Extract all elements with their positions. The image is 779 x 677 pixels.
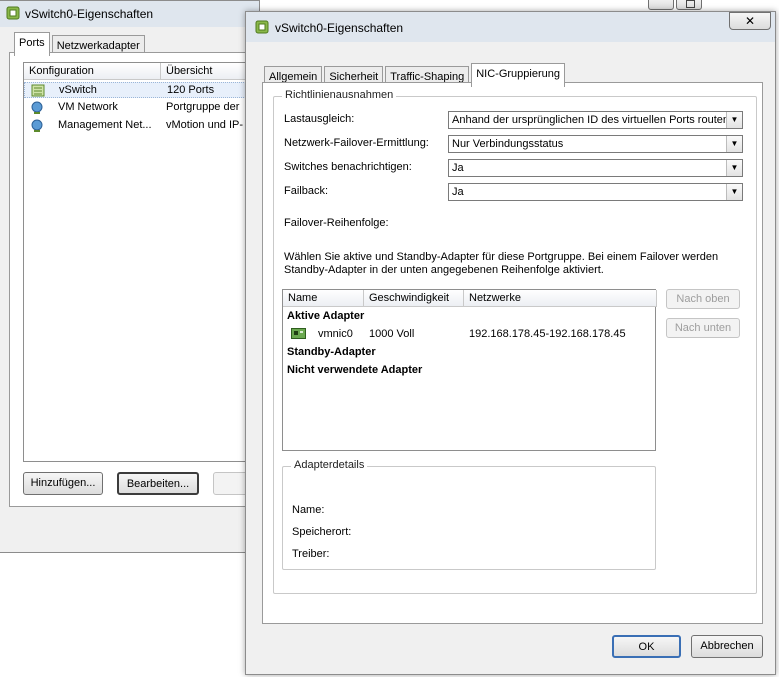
notify-switches-select[interactable]: Ja ▼ — [448, 159, 743, 177]
dialog-title: vSwitch0-Eigenschaften — [275, 21, 404, 35]
move-up-button[interactable]: Nach oben — [666, 289, 740, 309]
network-globe-icon — [31, 101, 43, 114]
col-header-networks[interactable]: Netzwerke — [464, 290, 657, 307]
details-driver-label: Treiber: — [292, 548, 330, 560]
chevron-down-icon[interactable]: ▼ — [726, 112, 742, 128]
list-item-name: vSwitch — [59, 84, 97, 96]
list-item[interactable]: Management Net... vMotion und IP- — [24, 118, 264, 134]
adapter-details-label: Adapterdetails — [291, 459, 368, 471]
chevron-down-icon[interactable]: ▼ — [726, 136, 742, 152]
col-header-speed[interactable]: Geschwindigkeit — [364, 290, 464, 307]
col-header-name[interactable]: Name — [283, 290, 364, 307]
network-globe-icon — [31, 119, 43, 132]
close-icon: ✕ — [744, 14, 756, 28]
chevron-down-icon[interactable]: ▼ — [726, 184, 742, 200]
restore-icon — [686, 0, 695, 8]
adapter-list: Name Geschwindigkeit Netzwerke Aktive Ad… — [282, 289, 657, 451]
policy-exceptions-label: Richtlinienausnahmen — [282, 89, 397, 101]
maximize-button[interactable] — [676, 0, 702, 10]
details-name-label: Name: — [292, 504, 325, 516]
active-adapters-header: Aktive Adapter — [287, 310, 365, 322]
details-location-label: Speicherort: — [292, 526, 352, 538]
table-row[interactable]: vmnic0 1000 Voll 192.168.178.45-192.168.… — [283, 326, 655, 342]
failover-description: Wählen Sie aktive und Standby-Adapter fü… — [284, 251, 719, 276]
list-item-summary: vMotion und IP- — [166, 119, 244, 131]
unused-adapters-header: Nicht verwendete Adapter — [287, 364, 423, 376]
cancel-button[interactable]: Abbrechen — [691, 635, 763, 658]
add-button[interactable]: Hinzufügen... — [23, 472, 103, 495]
minimize-button[interactable] — [648, 0, 674, 10]
failover-detection-select[interactable]: Nur Verbindungsstatus ▼ — [448, 135, 743, 153]
back-tab-panel: Konfiguration Übersicht vSwitch 120 Port… — [9, 52, 293, 507]
back-window: vSwitch0-Eigenschaften Ports Netzwerkada… — [0, 0, 293, 553]
list-item-summary: Portgruppe der — [166, 101, 240, 113]
list-item-name: VM Network — [58, 101, 118, 113]
notify-switches-label: Switches benachrichtigen: — [284, 161, 412, 173]
load-balancing-label: Lastausgleich: — [284, 113, 355, 125]
nic-card-icon — [291, 328, 306, 339]
adapter-name: vmnic0 — [318, 328, 353, 340]
edit-button[interactable]: Bearbeiten... — [117, 472, 199, 495]
list-item[interactable]: VM Network Portgruppe der — [24, 100, 264, 116]
list-item[interactable]: vSwitch 120 Ports — [24, 82, 264, 98]
move-down-button[interactable]: Nach unten — [666, 318, 740, 338]
adapter-networks: 192.168.178.45-192.168.178.45 — [469, 328, 626, 340]
nic-teaming-panel: Richtlinienausnahmen Lastausgleich: Anha… — [262, 82, 763, 624]
standby-adapters-header: Standby-Adapter — [287, 346, 376, 358]
dialog-window: vSwitch0-Eigenschaften ✕ Allgemein Siche… — [245, 11, 776, 675]
back-window-title: vSwitch0-Eigenschaften — [25, 7, 154, 21]
ports-list: Konfiguration Übersicht vSwitch 120 Port… — [23, 62, 264, 462]
failback-select[interactable]: Ja ▼ — [448, 183, 743, 201]
failback-label: Failback: — [284, 185, 329, 197]
switch-icon — [31, 84, 45, 97]
close-button[interactable]: ✕ — [729, 12, 771, 30]
ok-button[interactable]: OK — [612, 635, 681, 658]
tab-ports[interactable]: Ports — [14, 32, 50, 56]
failover-detection-label: Netzwerk-Failover-Ermittlung: — [284, 137, 429, 149]
failover-order-label: Failover-Reihenfolge: — [284, 217, 389, 229]
load-balancing-select[interactable]: Anhand der ursprünglichen ID des virtuel… — [448, 111, 743, 129]
app-icon — [255, 20, 269, 34]
tab-nic-teaming[interactable]: NIC-Gruppierung — [471, 63, 565, 87]
list-item-name: Management Net... — [58, 119, 152, 131]
app-icon — [6, 6, 20, 20]
adapter-speed: 1000 Voll — [369, 328, 415, 340]
policy-exceptions-group: Richtlinienausnahmen Lastausgleich: Anha… — [273, 89, 757, 594]
list-item-summary: 120 Ports — [167, 84, 215, 96]
col-header-configuration[interactable]: Konfiguration — [24, 63, 161, 80]
adapter-details-group: Adapterdetails Name: Speicherort: Treibe… — [282, 459, 656, 570]
chevron-down-icon[interactable]: ▼ — [726, 160, 742, 176]
